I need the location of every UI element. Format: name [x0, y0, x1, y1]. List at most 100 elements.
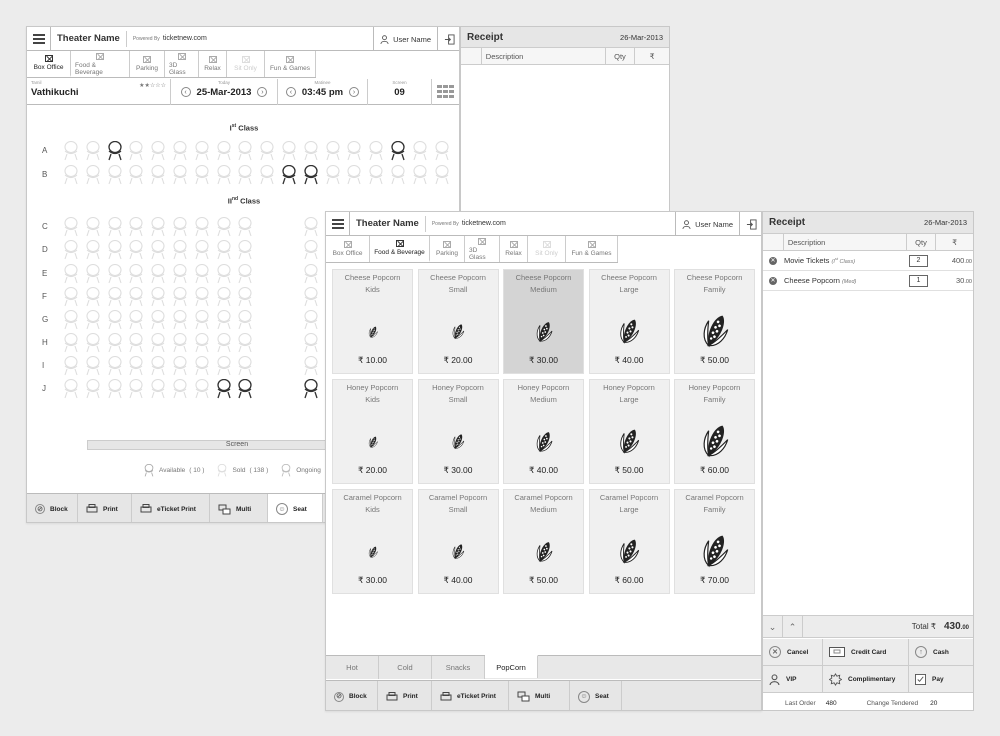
seat-icon[interactable] [107, 333, 123, 353]
seat-icon[interactable] [150, 264, 166, 284]
seat-icon[interactable] [172, 310, 188, 330]
tab-fun-games[interactable]: Fun & Games [265, 51, 316, 77]
tab-3d-glass[interactable]: 3D Glass [465, 236, 500, 262]
remove-item-icon[interactable]: ✕ [769, 256, 777, 265]
product-card[interactable]: Caramel Popcorn Kids ₹ 30.00 [332, 489, 413, 594]
prev-time-button[interactable]: ‹ [285, 87, 296, 97]
seat-icon[interactable] [150, 165, 166, 185]
category-tab-popcorn[interactable]: PopCorn [485, 655, 538, 678]
scroll-up-icon[interactable]: ⌃ [783, 615, 803, 638]
seat-icon[interactable] [303, 165, 319, 185]
seat-icon[interactable] [216, 240, 232, 260]
seat-icon[interactable] [63, 287, 79, 307]
seat-icon[interactable] [128, 333, 144, 353]
seat-icon[interactable] [325, 141, 341, 161]
category-tab-snacks[interactable]: Snacks [432, 656, 485, 679]
seat-icon[interactable] [150, 310, 166, 330]
seat-icon[interactable] [63, 165, 79, 185]
seat-button[interactable]: ☺ Seat [570, 681, 622, 710]
cash-button[interactable]: ↑ Cash [909, 639, 973, 666]
seat-icon[interactable] [128, 165, 144, 185]
cancel-button[interactable]: ✕ Cancel [763, 639, 823, 666]
seat-icon[interactable] [216, 141, 232, 161]
prev-date-button[interactable]: ‹ [180, 87, 191, 97]
tab-box-office[interactable]: Box Office [27, 51, 71, 77]
seat-icon[interactable] [368, 165, 384, 185]
seat-icon[interactable] [107, 310, 123, 330]
seat-icon[interactable] [85, 310, 101, 330]
product-card[interactable]: Cheese Popcorn Kids ₹ 10.00 [332, 269, 413, 374]
product-card[interactable]: Cheese Popcorn Small ₹ 20.00 [417, 269, 499, 374]
seat-icon[interactable] [194, 165, 210, 185]
seat-icon[interactable] [150, 141, 166, 161]
seat-icon[interactable] [216, 217, 232, 237]
seat-icon[interactable] [150, 356, 166, 376]
category-tab-cold[interactable]: Cold [379, 656, 432, 679]
seat-icon[interactable] [216, 333, 232, 353]
seat-icon[interactable] [172, 165, 188, 185]
seat-icon[interactable] [128, 310, 144, 330]
seat-icon[interactable] [128, 217, 144, 237]
seat-icon[interactable] [194, 310, 210, 330]
multi-button[interactable]: Multi [210, 494, 268, 522]
seat-icon[interactable] [303, 356, 319, 376]
seat-icon[interactable] [150, 333, 166, 353]
seat-icon[interactable] [194, 217, 210, 237]
seat-icon[interactable] [63, 141, 79, 161]
seat-icon[interactable] [303, 379, 319, 399]
seat-icon[interactable] [63, 310, 79, 330]
product-card[interactable]: Caramel Popcorn Family ₹ 70.00 [674, 489, 755, 594]
seat-icon[interactable] [281, 141, 297, 161]
seat-icon[interactable] [172, 333, 188, 353]
seat-icon[interactable] [172, 379, 188, 399]
seat-icon[interactable] [85, 165, 101, 185]
seat-icon[interactable] [303, 240, 319, 260]
tab-food-beverage[interactable]: Food & Beverage [71, 51, 130, 77]
seat-icon[interactable] [128, 287, 144, 307]
seat-icon[interactable] [128, 141, 144, 161]
product-card[interactable]: Honey Popcorn Kids ₹ 20.00 [332, 379, 413, 484]
seat-icon[interactable] [325, 165, 341, 185]
seat-icon[interactable] [281, 165, 297, 185]
tab-parking[interactable]: Parking [430, 236, 465, 262]
complimentary-button[interactable]: Complimentary [823, 666, 909, 693]
seat-icon[interactable] [128, 379, 144, 399]
seat-icon[interactable] [390, 165, 406, 185]
seat-icon[interactable] [237, 356, 253, 376]
block-button[interactable]: ⊘ Block [27, 494, 78, 522]
seat-icon[interactable] [412, 141, 428, 161]
seat-icon[interactable] [150, 379, 166, 399]
next-time-button[interactable]: › [349, 87, 360, 97]
seat-icon[interactable] [107, 356, 123, 376]
seat-icon[interactable] [63, 333, 79, 353]
seat-icon[interactable] [303, 287, 319, 307]
seat-icon[interactable] [434, 141, 450, 161]
hamburger-menu-icon[interactable] [27, 27, 51, 51]
print-button[interactable]: Print [378, 681, 432, 710]
seat-icon[interactable] [237, 287, 253, 307]
seat-icon[interactable] [216, 287, 232, 307]
seat-button[interactable]: ☺ Seat [268, 494, 323, 522]
user-menu[interactable]: User Name [373, 27, 437, 51]
seat-icon[interactable] [303, 333, 319, 353]
seat-icon[interactable] [85, 264, 101, 284]
seat-icon[interactable] [172, 240, 188, 260]
seat-icon[interactable] [63, 240, 79, 260]
seat-icon[interactable] [107, 217, 123, 237]
seat-icon[interactable] [216, 379, 232, 399]
seat-icon[interactable] [237, 333, 253, 353]
seat-icon[interactable] [172, 356, 188, 376]
seat-icon[interactable] [303, 310, 319, 330]
product-card[interactable]: Caramel Popcorn Medium ₹ 50.00 [503, 489, 584, 594]
scroll-down-icon[interactable]: ⌄ [763, 615, 783, 638]
seat-icon[interactable] [194, 264, 210, 284]
product-card[interactable]: Honey Popcorn Large ₹ 50.00 [588, 379, 670, 484]
remove-item-icon[interactable]: ✕ [769, 276, 777, 285]
seat-icon[interactable] [107, 240, 123, 260]
seat-icon[interactable] [346, 141, 362, 161]
seat-icon[interactable] [107, 141, 123, 161]
seat-icon[interactable] [237, 217, 253, 237]
seat-icon[interactable] [107, 287, 123, 307]
seat-icon[interactable] [128, 240, 144, 260]
seat-icon[interactable] [194, 356, 210, 376]
